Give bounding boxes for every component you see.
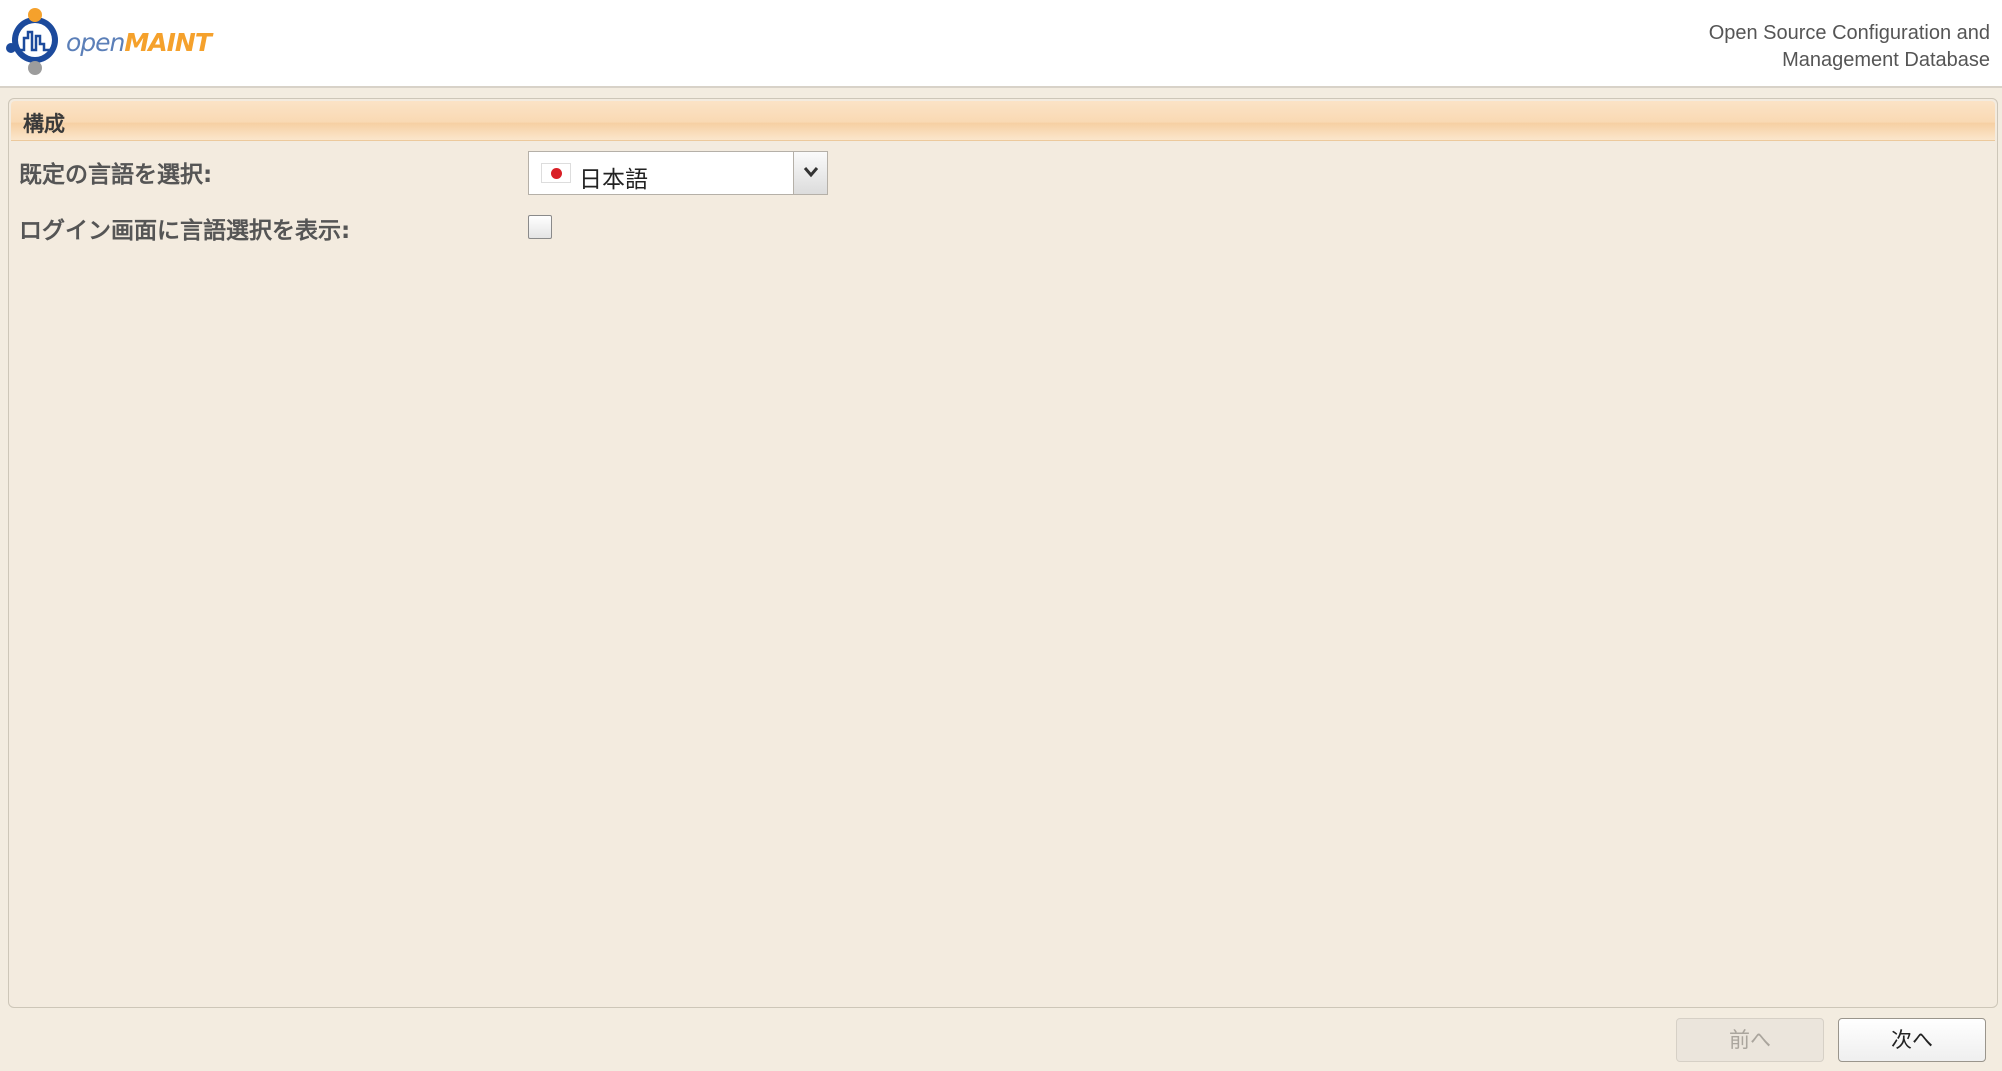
logo-wordmark-maint: MAINT [124, 28, 212, 57]
default-language-label: 既定の言語を選択: [19, 162, 213, 188]
configuration-panel: 構成 既定の言語を選択: 日本語 ログイン画面に言語選択を表示: [8, 98, 1998, 1008]
logo-wordmark-open: open [66, 28, 125, 57]
logo-wordmark: openMAINT [66, 28, 212, 57]
chevron-down-icon [803, 167, 819, 178]
default-language-value: 日本語 [579, 167, 648, 193]
app-tagline: Open Source Configuration and Management… [1570, 20, 1990, 74]
tagline-line-2: Management Database [1782, 49, 1990, 71]
language-dropdown-button[interactable] [793, 152, 827, 194]
openmaint-logo-icon [6, 8, 58, 75]
show-language-selection-checkbox[interactable] [528, 215, 552, 239]
next-button[interactable]: 次へ [1838, 1018, 1986, 1062]
default-language-select[interactable]: 日本語 [528, 151, 828, 195]
tagline-line-1: Open Source Configuration and [1708, 22, 1990, 44]
openmaint-logo: openMAINT [6, 6, 212, 78]
panel-title: 構成 [23, 112, 65, 136]
show-language-selection-label: ログイン画面に言語選択を表示: [19, 218, 351, 244]
previous-button[interactable]: 前へ [1676, 1018, 1824, 1062]
japan-flag-icon [541, 163, 571, 183]
panel-title-bar: 構成 [11, 101, 1995, 141]
app-header: openMAINT Open Source Configuration and … [0, 0, 2002, 88]
